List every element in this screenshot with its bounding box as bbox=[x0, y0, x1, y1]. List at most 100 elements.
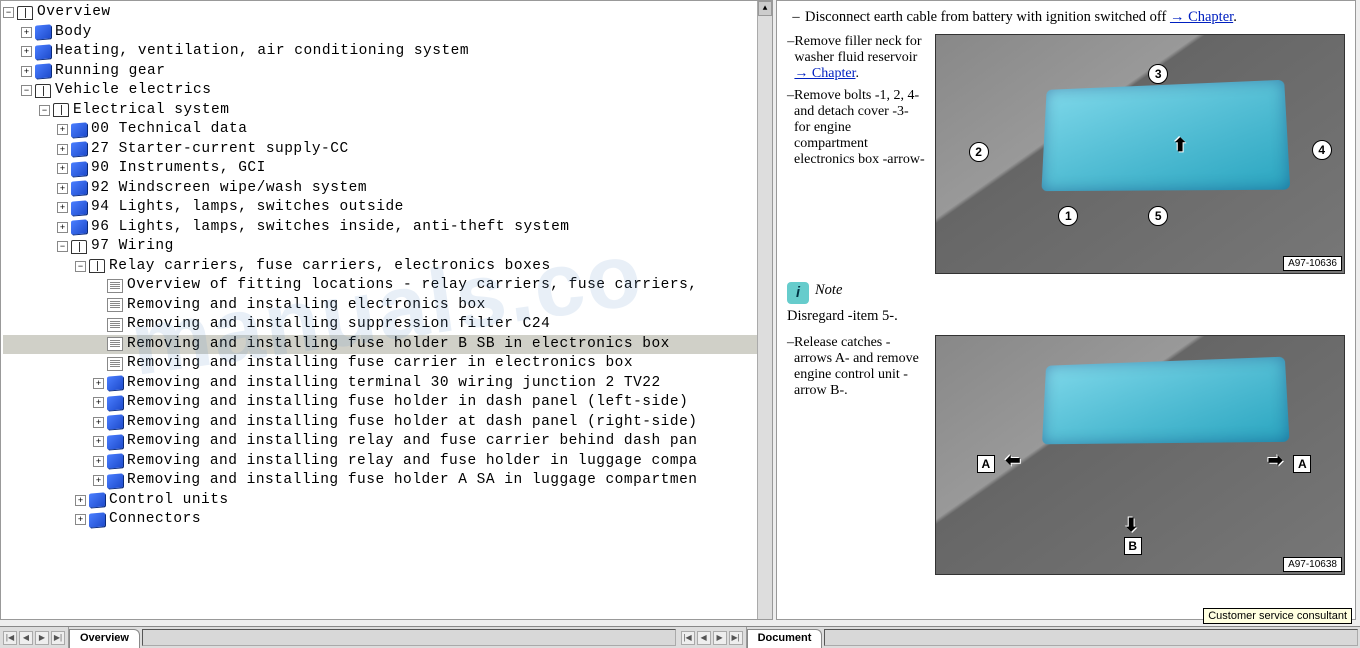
vertical-scrollbar[interactable]: ▲ bbox=[757, 1, 772, 619]
tree-item-label: 00 Technical data bbox=[91, 120, 247, 139]
list-dash: – bbox=[787, 335, 794, 399]
tree-item[interactable]: +90 Instruments, GCI bbox=[3, 159, 770, 179]
expand-icon[interactable]: + bbox=[21, 46, 32, 57]
first-tab-icon[interactable]: |◀ bbox=[3, 631, 17, 645]
tree-item-label: 92 Windscreen wipe/wash system bbox=[91, 179, 367, 198]
tree-item-label: Removing and installing electronics box bbox=[127, 296, 486, 315]
callout-a: A bbox=[977, 455, 995, 473]
expand-icon[interactable]: + bbox=[93, 436, 104, 447]
tree-item[interactable]: Removing and installing electronics box bbox=[3, 296, 770, 316]
tree-item[interactable]: + Removing and installing terminal 30 wir… bbox=[3, 374, 770, 394]
collapse-icon[interactable]: − bbox=[39, 105, 50, 116]
tree-item-label: Removing and installing relay and fuse c… bbox=[127, 432, 698, 451]
arrow-icon: ⬆ bbox=[1173, 135, 1188, 156]
tree-item[interactable]: + Connectors bbox=[3, 510, 770, 530]
book-icon bbox=[107, 473, 123, 488]
collapse-icon[interactable]: − bbox=[75, 261, 86, 272]
note-label: Note bbox=[815, 282, 842, 299]
chapter-link[interactable]: → Chapter bbox=[794, 66, 855, 81]
tree-item[interactable]: +27 Starter-current supply-CC bbox=[3, 140, 770, 160]
tree-item[interactable]: Removing and installing fuse carrier in … bbox=[3, 354, 770, 374]
page-icon bbox=[107, 357, 123, 371]
tree-item[interactable]: +96 Lights, lamps, switches inside, anti… bbox=[3, 218, 770, 238]
tree-pane: −Overview+Body+Heating, ventilation, air… bbox=[0, 0, 773, 620]
tree-item[interactable]: +Removing and installing fuse holder A S… bbox=[3, 471, 770, 491]
step-text: Disconnect earth cable from battery with… bbox=[805, 9, 1345, 26]
book-icon bbox=[89, 512, 105, 527]
page-icon bbox=[107, 279, 123, 293]
tree-item[interactable]: +94 Lights, lamps, switches outside bbox=[3, 198, 770, 218]
technical-figure: A A B ⬅ ➡ ⬇ A97-10638 bbox=[935, 335, 1345, 575]
expand-icon[interactable]: + bbox=[93, 475, 104, 486]
collapse-icon[interactable]: − bbox=[21, 85, 32, 96]
horizontal-scrollbar-right[interactable] bbox=[824, 629, 1358, 646]
tree-item[interactable]: Overview of fitting locations - relay ca… bbox=[3, 276, 770, 296]
tree-item[interactable]: +Removing and installing relay and fuse … bbox=[3, 452, 770, 472]
page-icon bbox=[107, 318, 123, 332]
first-tab-icon[interactable]: |◀ bbox=[681, 631, 695, 645]
tab-overview[interactable]: Overview bbox=[69, 629, 140, 648]
tree-item[interactable]: + Removing and installing relay and fuse … bbox=[3, 432, 770, 452]
expand-icon[interactable]: + bbox=[21, 27, 32, 38]
prev-tab-icon[interactable]: ◀ bbox=[697, 631, 711, 645]
scroll-up-icon[interactable]: ▲ bbox=[758, 1, 772, 16]
tree-item-label: Running gear bbox=[55, 62, 165, 81]
tree-item-label: Connectors bbox=[109, 510, 201, 529]
book-icon bbox=[107, 376, 123, 391]
expand-icon[interactable]: + bbox=[93, 378, 104, 389]
tree-item[interactable]: +Body bbox=[3, 23, 770, 43]
horizontal-scrollbar-left[interactable] bbox=[142, 629, 676, 646]
tree-item[interactable]: Removing and installing fuse holder B SB… bbox=[3, 335, 770, 355]
arrow-left-icon: ⬅ bbox=[1005, 450, 1020, 471]
expand-icon[interactable]: + bbox=[93, 397, 104, 408]
tree-item-label: Removing and installing terminal 30 wiri… bbox=[127, 374, 661, 393]
tree-item-label: Removing and installing suppression filt… bbox=[127, 315, 550, 334]
expand-icon[interactable]: + bbox=[57, 163, 68, 174]
expand-icon[interactable]: + bbox=[21, 66, 32, 77]
tree-item[interactable]: −Overview bbox=[3, 3, 770, 23]
tree-item-label: Removing and installing fuse carrier in … bbox=[127, 354, 633, 373]
collapse-icon[interactable]: − bbox=[3, 7, 14, 18]
list-dash: – bbox=[787, 34, 794, 82]
prev-tab-icon[interactable]: ◀ bbox=[19, 631, 33, 645]
callout-3: 3 bbox=[1148, 64, 1168, 84]
tree-item[interactable]: + Running gear bbox=[3, 62, 770, 82]
tree-item[interactable]: +Removing and installing fuse holder in … bbox=[3, 393, 770, 413]
expand-icon[interactable]: + bbox=[57, 183, 68, 194]
tree-item-label: 97 Wiring bbox=[91, 237, 174, 256]
tree-item[interactable]: +Control units bbox=[3, 491, 770, 511]
book-icon bbox=[107, 434, 123, 449]
last-tab-icon[interactable]: ▶| bbox=[729, 631, 743, 645]
tab-document[interactable]: Document bbox=[747, 629, 823, 648]
tree-item[interactable]: +00 Technical data bbox=[3, 120, 770, 140]
last-tab-icon[interactable]: ▶| bbox=[51, 631, 65, 645]
expand-icon[interactable]: + bbox=[57, 202, 68, 213]
tree-item-label: Electrical system bbox=[73, 101, 229, 120]
tree-item[interactable]: − 97 Wiring bbox=[3, 237, 770, 257]
tree-item-label: 90 Instruments, GCI bbox=[91, 159, 266, 178]
next-tab-icon[interactable]: ▶ bbox=[35, 631, 49, 645]
expand-icon[interactable]: + bbox=[57, 222, 68, 233]
expand-icon[interactable]: + bbox=[93, 456, 104, 467]
tree-item[interactable]: +Heating, ventilation, air conditioning … bbox=[3, 42, 770, 62]
book-icon bbox=[89, 493, 105, 508]
tree-item[interactable]: −Vehicle electrics bbox=[3, 81, 770, 101]
expand-icon[interactable]: + bbox=[93, 417, 104, 428]
tab-nav-right: |◀ ◀ ▶ ▶| bbox=[678, 627, 747, 648]
book-open-icon bbox=[89, 259, 105, 273]
tree-item[interactable]: Removing and installing suppression filt… bbox=[3, 315, 770, 335]
expand-icon[interactable]: + bbox=[57, 144, 68, 155]
expand-icon[interactable]: + bbox=[75, 514, 86, 525]
callout-4: 4 bbox=[1312, 140, 1332, 160]
figure-caption: Remove bolts -1, 2, 4- and detach cover … bbox=[794, 88, 927, 168]
tree-item[interactable]: −Relay carriers, fuse carriers, electron… bbox=[3, 257, 770, 277]
next-tab-icon[interactable]: ▶ bbox=[713, 631, 727, 645]
tree-item[interactable]: +92 Windscreen wipe/wash system bbox=[3, 179, 770, 199]
collapse-icon[interactable]: − bbox=[57, 241, 68, 252]
expand-icon[interactable]: + bbox=[57, 124, 68, 135]
expand-icon[interactable]: + bbox=[75, 495, 86, 506]
chapter-link[interactable]: → Chapter bbox=[1170, 9, 1233, 25]
tree-item[interactable]: − Electrical system bbox=[3, 101, 770, 121]
list-dash: – bbox=[787, 88, 794, 168]
tree-item[interactable]: +Removing and installing fuse holder at … bbox=[3, 413, 770, 433]
